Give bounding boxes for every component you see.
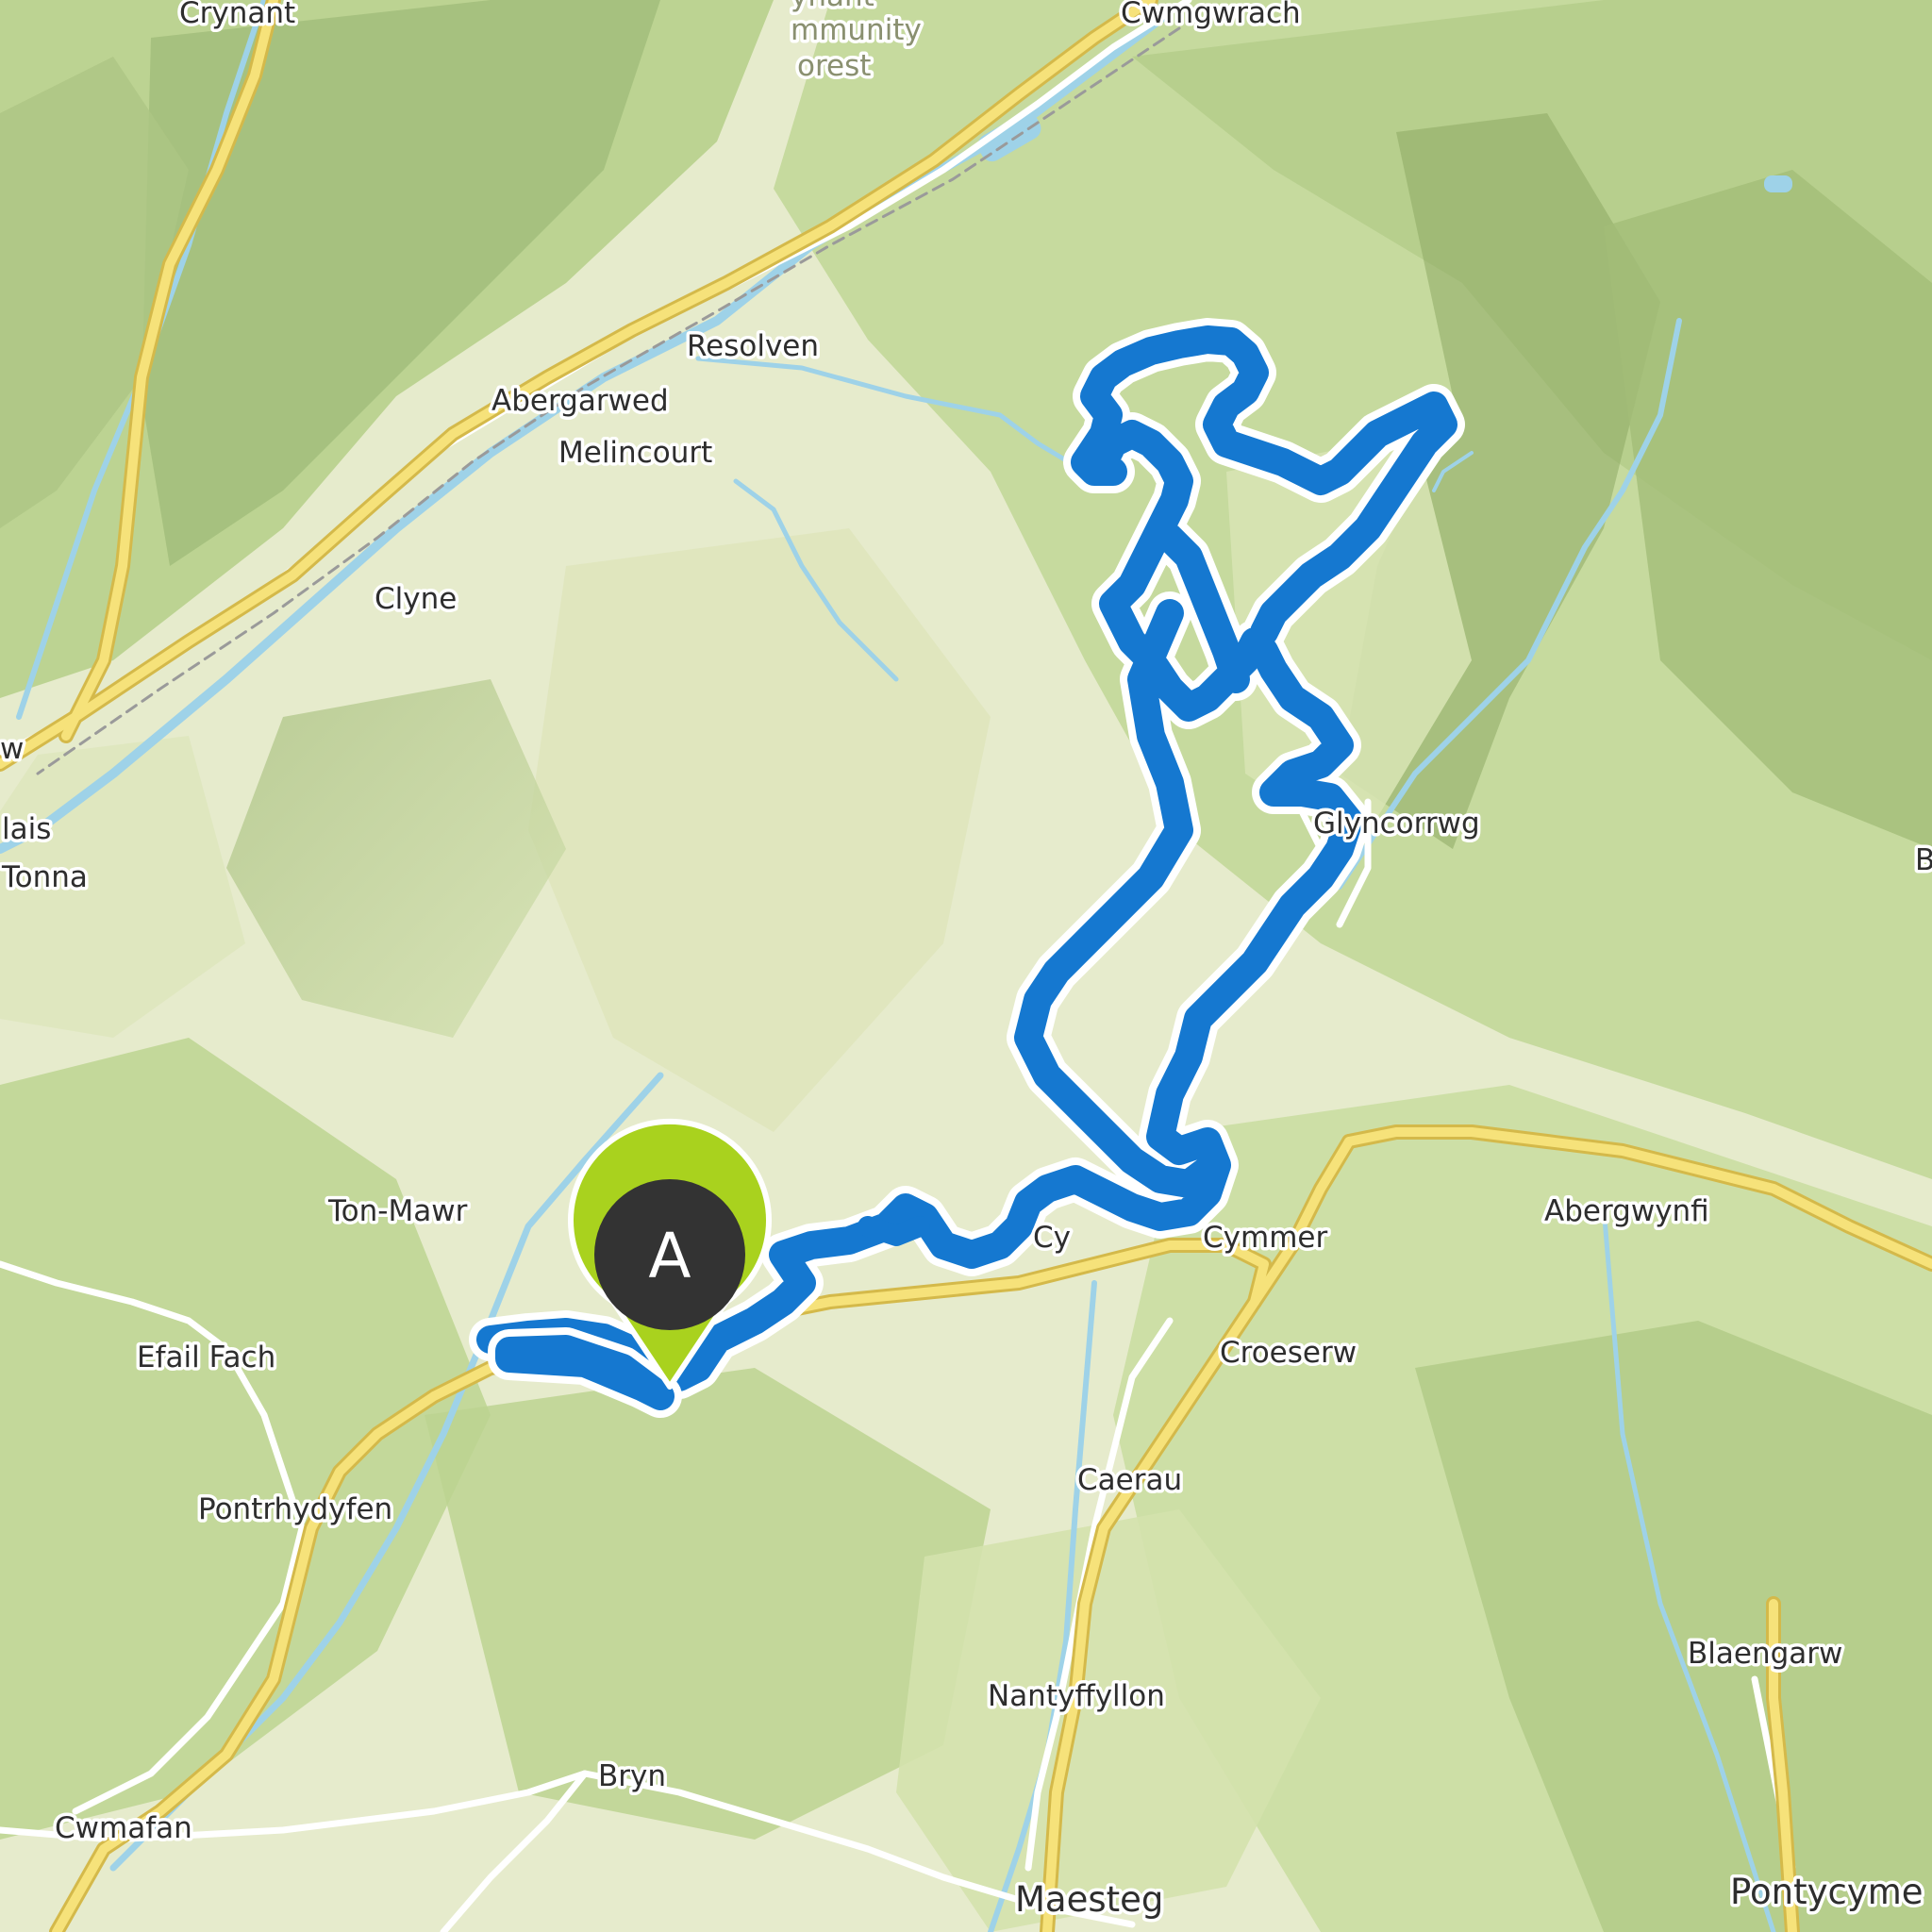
label-croeserw: Croeserw <box>1220 1336 1357 1370</box>
label-abergarwed: Abergarwed <box>491 384 669 418</box>
pond <box>1764 175 1792 192</box>
label-blaengarw: Blaengarw <box>1688 1637 1842 1671</box>
label-cymmer: Cymmer <box>1203 1221 1327 1255</box>
label-cwmgwrach: Cwmgwrach <box>1121 0 1301 30</box>
label-clyne: Clyne <box>375 582 457 616</box>
label-maesteg: Maesteg <box>1015 1879 1163 1920</box>
label-crynant: Crynant <box>179 0 295 30</box>
label-efail-fach: Efail Fach <box>137 1341 275 1374</box>
label-nantyffyllon: Nantyffyllon <box>988 1679 1165 1713</box>
label-lais: lais <box>2 812 51 846</box>
label-tonna: Tonna <box>1 860 88 894</box>
label-ton-mawr: Ton-Mawr <box>327 1194 468 1228</box>
label-community-forest-0: ynant <box>791 0 874 13</box>
label-edge-b: B <box>1915 843 1932 877</box>
label-edge-w: w <box>0 732 24 766</box>
label-abergwynfi: Abergwynfi <box>1544 1194 1709 1228</box>
label-glyncorrwg: Glyncorrwg <box>1313 807 1480 841</box>
label-pontrhydyfen: Pontrhydyfen <box>198 1492 392 1526</box>
marker-label: A <box>648 1220 691 1292</box>
map-canvas[interactable]: A Crynant ynant mmunity orest Cwmgwrach … <box>0 0 1932 1932</box>
label-community-forest: mmunity <box>791 13 922 47</box>
label-pontycymer: Pontycyme <box>1730 1872 1924 1912</box>
label-resolven: Resolven <box>687 329 819 363</box>
label-cwmafan: Cwmafan <box>55 1811 192 1845</box>
label-community-forest-2: orest <box>797 49 871 83</box>
label-cymmer-prefix: Cy <box>1033 1221 1071 1255</box>
label-bryn: Bryn <box>598 1759 666 1793</box>
label-melincourt: Melincourt <box>558 436 712 470</box>
label-caerau: Caerau <box>1077 1463 1182 1497</box>
